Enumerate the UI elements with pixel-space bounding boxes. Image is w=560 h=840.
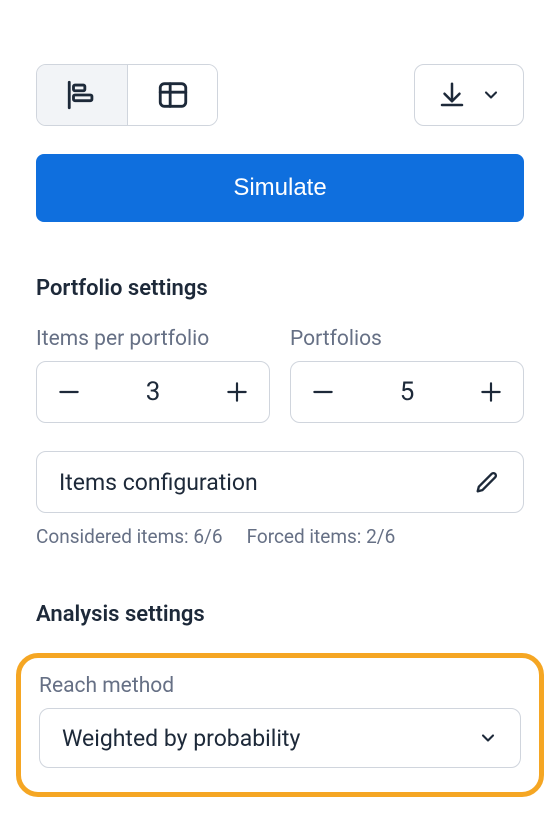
plus-icon [224, 379, 250, 405]
items-configuration-label: Items configuration [59, 469, 258, 496]
items-configuration-button[interactable]: Items configuration [36, 451, 524, 513]
portfolio-settings-header: Portfolio settings [36, 276, 524, 301]
download-menu-button[interactable] [414, 64, 524, 126]
chevron-down-icon [481, 85, 501, 105]
portfolios-decrement[interactable] [297, 366, 349, 418]
minus-icon [310, 379, 336, 405]
reach-method-value: Weighted by probability [62, 725, 300, 752]
portfolio-steppers-row: Items per portfolio 3 Portfolios [36, 327, 524, 423]
settings-panel: Simulate Portfolio settings Items per po… [0, 0, 560, 840]
bar-chart-icon [65, 78, 99, 112]
reach-method-select[interactable]: Weighted by probability [39, 708, 521, 768]
items-per-portfolio-label: Items per portfolio [36, 327, 270, 351]
chevron-down-icon [478, 728, 498, 748]
items-per-portfolio-increment[interactable] [211, 366, 263, 418]
items-per-portfolio-decrement[interactable] [43, 366, 95, 418]
top-toolbar [36, 64, 524, 126]
items-per-portfolio-value: 3 [146, 377, 161, 407]
pencil-icon [473, 468, 501, 496]
portfolios-field: Portfolios 5 [290, 327, 524, 423]
minus-icon [56, 379, 82, 405]
items-configuration-stats: Considered items: 6/6 Forced items: 2/6 [36, 525, 524, 548]
analysis-settings-header: Analysis settings [36, 602, 524, 627]
portfolios-stepper: 5 [290, 361, 524, 423]
considered-items-text: Considered items: 6/6 [36, 525, 223, 548]
portfolios-value: 5 [400, 377, 415, 407]
plus-icon [478, 379, 504, 405]
download-icon [437, 80, 467, 110]
table-icon [156, 78, 190, 112]
items-per-portfolio-stepper: 3 [36, 361, 270, 423]
reach-method-highlight: Reach method Weighted by probability [16, 653, 544, 797]
forced-items-text: Forced items: 2/6 [247, 525, 396, 548]
simulate-button[interactable]: Simulate [36, 154, 524, 222]
items-per-portfolio-field: Items per portfolio 3 [36, 327, 270, 423]
chart-view-button[interactable] [37, 65, 127, 125]
view-toggle [36, 64, 218, 126]
portfolios-label: Portfolios [290, 327, 524, 351]
table-view-button[interactable] [127, 65, 217, 125]
portfolios-increment[interactable] [465, 366, 517, 418]
reach-method-label: Reach method [39, 674, 521, 698]
